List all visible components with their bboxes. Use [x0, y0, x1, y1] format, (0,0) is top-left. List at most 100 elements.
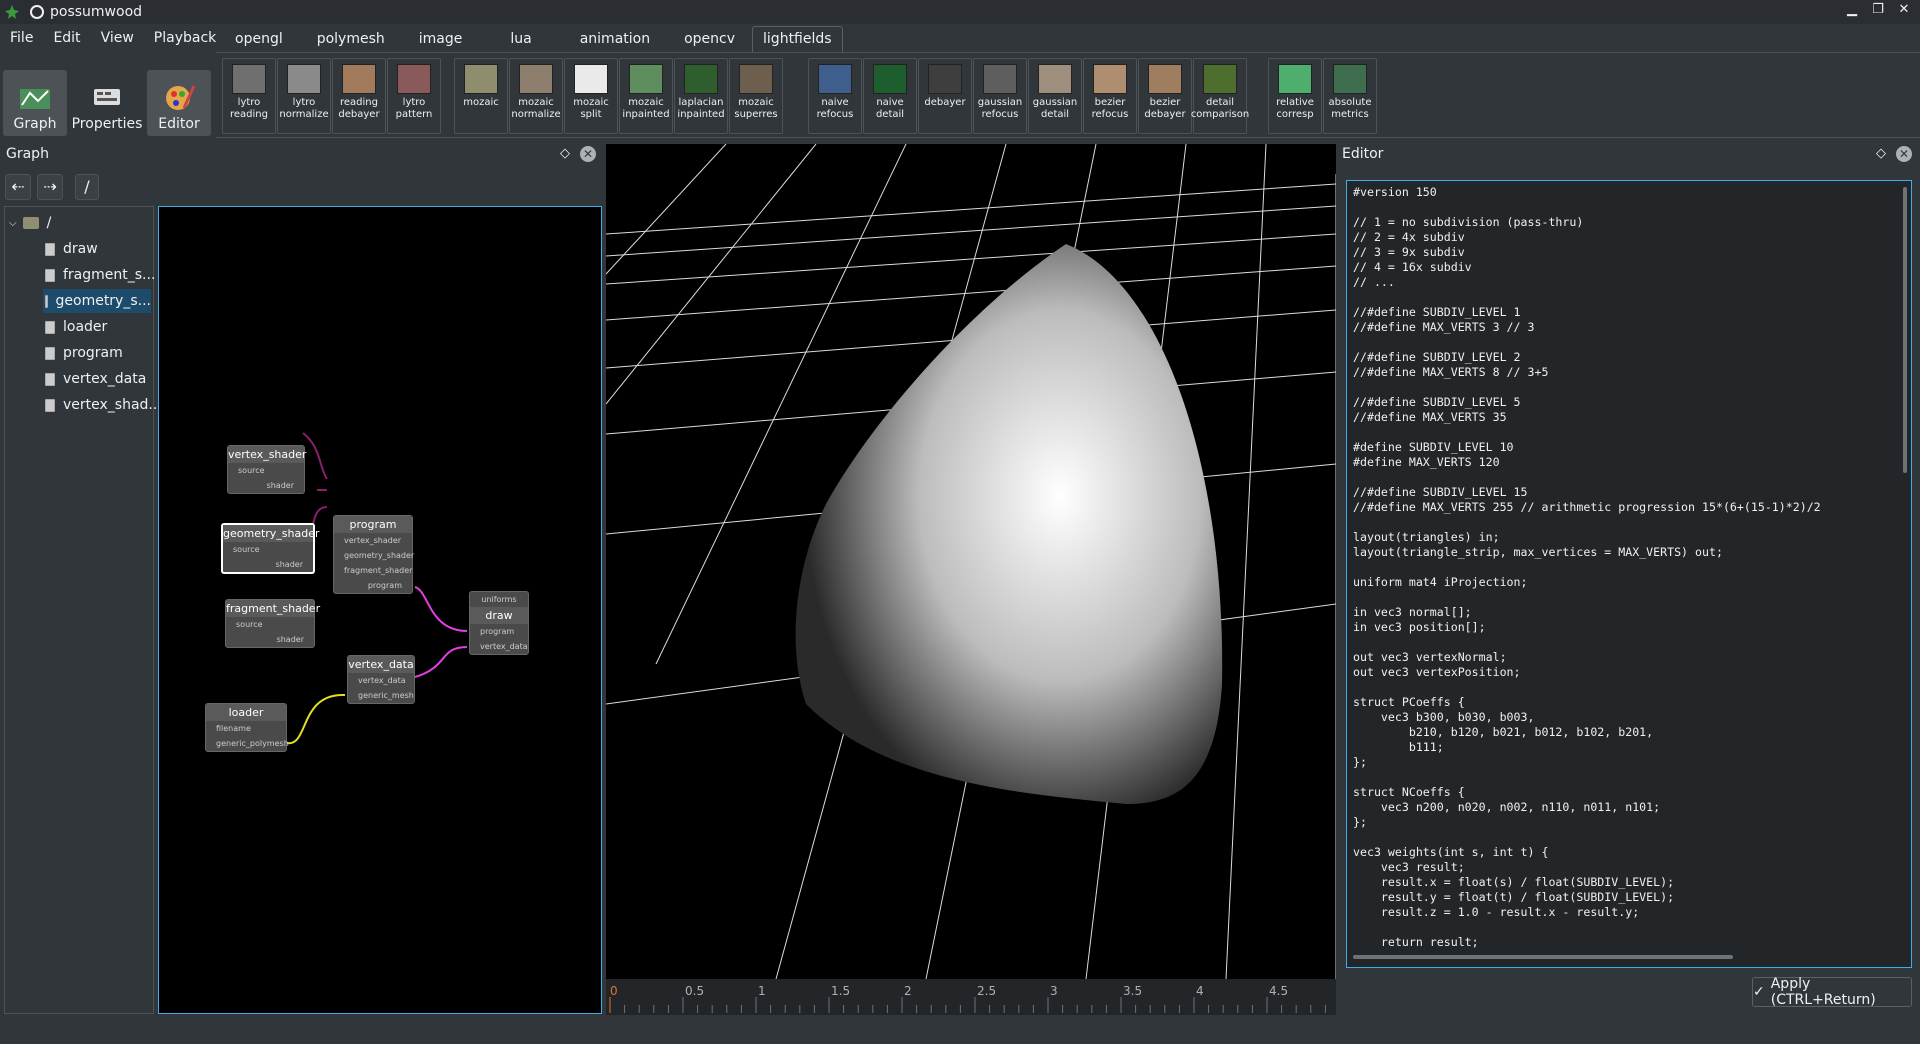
tree-item-label: draw	[63, 241, 98, 257]
tool-button-7[interactable]: mozaic inpainted	[619, 58, 673, 134]
check-icon: ✓	[1753, 984, 1765, 1000]
port-filename[interactable]: filename	[206, 721, 286, 736]
port-vertex-data[interactable]: vertex_data	[470, 639, 528, 654]
menu-edit[interactable]: Edit	[43, 26, 90, 52]
float-icon[interactable]: ◇	[560, 146, 570, 161]
editor-mode-button[interactable]: Editor	[147, 70, 211, 136]
tab-image[interactable]: image	[402, 26, 480, 52]
horizontal-scrollbar[interactable]	[1353, 955, 1733, 959]
apply-button[interactable]: ✓ Apply (CTRL+Return)	[1752, 976, 1912, 1008]
tool-button-13[interactable]: gaussian refocus	[973, 58, 1027, 134]
tree-root[interactable]: ⌵ /	[9, 211, 51, 235]
tool-button-6[interactable]: mozaic split	[564, 58, 618, 134]
tab-opengl[interactable]: opengl	[218, 26, 300, 52]
tool-button-4[interactable]: mozaic	[454, 58, 508, 134]
tool-button-2[interactable]: reading debayer	[332, 58, 386, 134]
port-generic-mesh[interactable]: generic_mesh	[348, 688, 414, 703]
tree-item-loader[interactable]: loader	[45, 315, 107, 339]
menu-view[interactable]: View	[91, 26, 144, 52]
tool-button-8[interactable]: laplacian inpainted	[674, 58, 728, 134]
tool-label: mozaic	[463, 97, 499, 108]
node-loader[interactable]: loader filename generic_polymesh	[205, 703, 289, 752]
tool-button-15[interactable]: bezier refocus	[1083, 58, 1137, 134]
tree-item-vertex-shader[interactable]: vertex_shad...	[45, 393, 162, 417]
port-vertex-shader[interactable]: vertex_shader	[334, 533, 412, 548]
port-program[interactable]: program	[470, 624, 528, 639]
tab-lua[interactable]: lua	[479, 26, 562, 52]
pin-icon[interactable]	[30, 5, 44, 19]
float-icon[interactable]: ◇	[1876, 146, 1886, 161]
chevron-down-icon[interactable]: ⌵	[9, 218, 17, 229]
tab-animation[interactable]: animation	[563, 26, 667, 52]
tree-item-geometry-shader[interactable]: geometry_s...	[43, 289, 151, 313]
port-source[interactable]: source	[223, 542, 313, 557]
tool-button-12[interactable]: debayer	[918, 58, 972, 134]
close-icon[interactable]: ✕	[580, 146, 596, 162]
graph-icon	[17, 82, 53, 112]
port-source[interactable]: source	[228, 463, 304, 478]
tool-button-1[interactable]: lytro normalize	[277, 58, 331, 134]
timeline-label: 4.5	[1269, 984, 1288, 998]
tool-button-19[interactable]: absolute metrics	[1323, 58, 1377, 134]
tab-lightfields[interactable]: lightfields	[752, 26, 843, 52]
thumbnail-icon	[1278, 64, 1312, 94]
tool-label: lytro reading	[230, 97, 268, 120]
tree-item-draw[interactable]: draw	[45, 237, 98, 261]
code-editor[interactable]: #version 150 // 1 = no subdivision (pass…	[1346, 180, 1912, 968]
port-uniforms[interactable]: uniforms	[470, 592, 528, 607]
tree-item-program[interactable]: program	[45, 341, 123, 365]
node-draw[interactable]: uniforms draw program vertex_data	[469, 591, 529, 655]
timeline-label: 3	[1050, 984, 1058, 998]
graph-mode-button[interactable]: Graph	[3, 70, 67, 136]
tool-button-0[interactable]: lytro reading	[222, 58, 276, 134]
node-vertex-data[interactable]: vertex_data vertex_data generic_mesh	[347, 655, 415, 704]
port-fragment-shader[interactable]: fragment_shader	[334, 563, 412, 578]
node-geometry-shader[interactable]: geometry_shader source shader	[221, 523, 320, 574]
back-button[interactable]: ⇠	[5, 174, 31, 200]
menu-playback[interactable]: Playback	[144, 26, 226, 52]
restore-icon[interactable]: ❐	[1870, 2, 1886, 17]
close-icon[interactable]: ✕	[1896, 2, 1912, 17]
tool-button-14[interactable]: gaussian detail	[1028, 58, 1082, 134]
vertical-scrollbar[interactable]	[1903, 187, 1907, 473]
path-breadcrumb[interactable]: /	[75, 174, 99, 200]
node-vertex-shader[interactable]: vertex_shader source shader	[227, 445, 306, 494]
tool-button-11[interactable]: naive detail	[863, 58, 917, 134]
tool-button-10[interactable]: naive refocus	[808, 58, 862, 134]
port-shader[interactable]: shader	[228, 478, 304, 493]
properties-mode-button[interactable]: Properties	[71, 70, 143, 136]
3d-viewport[interactable]	[606, 144, 1336, 979]
tab-polymesh[interactable]: polymesh	[300, 26, 402, 52]
code-text[interactable]: #version 150 // 1 = no subdivision (pass…	[1347, 181, 1911, 954]
tool-button-9[interactable]: mozaic superres	[729, 58, 783, 134]
toolbar-tabs: opengl polymesh image lua animation open…	[218, 26, 843, 52]
node-title: program	[334, 516, 412, 533]
tool-button-3[interactable]: lytro pattern	[387, 58, 441, 134]
tool-label: lytro pattern	[395, 97, 433, 120]
timeline-label: 3.5	[1123, 984, 1142, 998]
close-icon[interactable]: ✕	[1896, 146, 1912, 162]
tool-button-17[interactable]: detail comparison	[1191, 58, 1249, 134]
port-source[interactable]: source	[226, 617, 314, 632]
port-generic-polymesh[interactable]: generic_polymesh	[206, 736, 289, 751]
menu-file[interactable]: File	[0, 26, 43, 52]
port-shader[interactable]: shader	[223, 557, 313, 572]
node-graph-canvas[interactable]: vertex_shader source shader geometry_sha…	[158, 206, 602, 1014]
tab-opencv[interactable]: opencv	[667, 26, 752, 52]
tree-item-vertex-data[interactable]: vertex_data	[45, 367, 146, 391]
minimize-icon[interactable]: ▁	[1844, 2, 1860, 17]
port-shader[interactable]: shader	[226, 632, 314, 647]
tool-button-5[interactable]: mozaic normalize	[509, 58, 563, 134]
tree-item-fragment-shader[interactable]: fragment_s...	[45, 263, 155, 287]
tool-button-16[interactable]: bezier debayer	[1138, 58, 1192, 134]
port-vertex-data[interactable]: vertex_data	[348, 673, 414, 688]
node-fragment-shader[interactable]: fragment_shader source shader	[225, 599, 320, 648]
port-geometry-shader[interactable]: geometry_shader	[334, 548, 414, 563]
timeline[interactable]: 0 0.5 1 1.5 2 2.5 3 3.5 4 4.5	[606, 979, 1336, 1015]
node-icon	[45, 398, 55, 412]
port-program[interactable]: program	[334, 578, 412, 593]
tool-button-18[interactable]: relative corresp	[1268, 58, 1322, 134]
thumbnail-icon	[684, 64, 718, 94]
forward-button[interactable]: ⇢	[37, 174, 63, 200]
node-program[interactable]: program vertex_shader geometry_shader fr…	[333, 515, 414, 594]
